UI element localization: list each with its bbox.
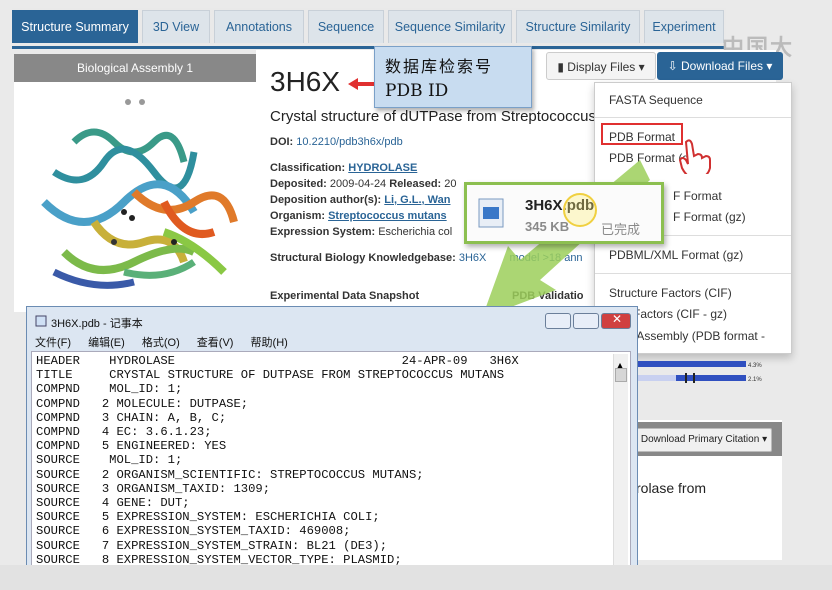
tab-structure-similarity[interactable]: Structure Similarity [516, 10, 640, 43]
pdb-format-highlight [601, 123, 683, 145]
notepad-window[interactable]: 3H6X.pdb - 记事本 ✕ 文件(F) 编辑(E) 格式(O) 查看(V)… [26, 306, 638, 590]
scroll-thumb[interactable] [615, 368, 627, 382]
text-line: HEADER HYDROLASE 24-APR-09 3H6X [36, 354, 519, 368]
notepad-menubar: 文件(F) 编辑(E) 格式(O) 查看(V) 帮助(H) [35, 334, 302, 350]
classification-link[interactable]: HYDROLASE [348, 162, 417, 174]
organism-line: Organism: Streptococcus mutans [270, 210, 447, 222]
tab-structure-summary[interactable]: Structure Summary [12, 10, 138, 43]
doi-link[interactable]: 10.2210/pdb3h6x/pdb [296, 136, 402, 148]
tab-bar: Structure Summary 3D View Annotations Se… [12, 8, 726, 49]
pdb-id-heading: 3H6X [270, 66, 341, 97]
tab-sequence-similarity[interactable]: Sequence Similarity [388, 10, 512, 43]
menu-divider [595, 117, 791, 118]
text-line: SOURCE MOL_ID: 1; [36, 453, 183, 468]
tab-experiment[interactable]: Experiment [644, 10, 724, 43]
expression-label: Expression System: [270, 226, 376, 238]
menu-item-cif-gz[interactable]: F Format (gz) [673, 210, 746, 224]
download-citation-label: Download Primary Citation [640, 434, 760, 445]
scroll-up-icon[interactable]: ▴ [616, 356, 626, 375]
organism-label: Organism: [270, 210, 326, 222]
download-citation-button[interactable]: Download Primary Citation ▾ [636, 428, 772, 452]
expression-value: Escherichia col [378, 226, 453, 238]
text-line: COMPND 2 MOLECULE: DUTPASE; [36, 396, 249, 411]
menu-help[interactable]: 帮助(H) [251, 337, 288, 349]
tab-sequence[interactable]: Sequence [308, 10, 384, 43]
minimize-button[interactable] [545, 313, 571, 329]
caret-down-icon: ▾ [638, 60, 645, 74]
download-status: 已完成 [601, 222, 641, 237]
released-value: 20 [444, 178, 457, 190]
hand-pointer-icon [678, 139, 711, 174]
expression-line: Expression System: Escherichia col [270, 226, 452, 238]
molecule-image[interactable] [14, 82, 256, 312]
organism-link[interactable]: Streptococcus mutans [328, 210, 447, 222]
download-icon: ⇩ [667, 59, 678, 73]
text-line: SOURCE 6 EXPRESSION_SYSTEM_TAXID: 469008… [36, 524, 351, 539]
sbkb-label: Structural Biology Knowledgebase: [270, 252, 456, 264]
vertical-scrollbar[interactable]: ▴ [613, 354, 628, 584]
annotation-chinese: 数据库检索号 [385, 57, 494, 76]
notepad-icon [35, 315, 47, 327]
classification-line: Classification: HYDROLASE [270, 162, 417, 174]
tab-3d-view[interactable]: 3D View [142, 10, 210, 43]
text-line: TITLE CRYSTAL STRUCTURE OF DUTPASE FROM … [36, 368, 505, 383]
released-label: Released: [389, 178, 442, 190]
download-files-label: Download Files [680, 59, 764, 73]
download-files-button[interactable]: ⇩ Download Files ▾ [657, 52, 783, 80]
text-line: COMPND 3 CHAIN: A, B, C; [36, 410, 227, 425]
svg-text:2.1%: 2.1% [748, 377, 762, 383]
text-line: COMPND MOL_ID: 1; [36, 382, 183, 397]
menu-item-cif[interactable]: F Format [673, 189, 722, 203]
annotation-english: PDB ID [385, 81, 449, 101]
doi-line: DOI: 10.2210/pdb3h6x/pdb [270, 136, 403, 148]
menu-item-fasta[interactable]: FASTA Sequence [609, 93, 703, 107]
text-line: COMPND 5 ENGINEERED: YES [36, 439, 227, 454]
citation-title: rolase from [636, 480, 707, 496]
tab-annotations[interactable]: Annotations [214, 10, 304, 43]
classification-label: Classification: [270, 162, 346, 174]
text-line: SOURCE 4 GENE: DUT; [36, 496, 190, 510]
bottom-strip [0, 565, 832, 590]
menu-view[interactable]: 查看(V) [197, 337, 234, 349]
notepad-title: 3H6X.pdb - 记事本 [51, 318, 143, 330]
dates-line: Deposited: 2009-04-24 Released: 20 [270, 178, 457, 190]
protein-structure-icon [41, 99, 238, 289]
snapshot-label: Experimental Data Snapshot [270, 290, 420, 302]
display-files-button[interactable]: ▮ Display Files ▾ [546, 52, 656, 80]
menu-format[interactable]: 格式(O) [142, 337, 180, 349]
deposited-label: Deposited: [270, 178, 327, 190]
biological-assembly-header: Biological Assembly 1 [14, 54, 256, 82]
caret-down-icon: ▾ [766, 59, 773, 73]
caret-down-icon: ▾ [762, 434, 768, 445]
authors-link[interactable]: Li, G.L., Wan [384, 194, 450, 206]
doi-label: DOI: [270, 136, 294, 148]
entry-title: Crystal structure of dUTPase from Strept… [270, 108, 596, 125]
authors-label: Deposition author(s): [270, 194, 382, 206]
text-line: SOURCE 3 ORGANISM_TAXID: 1309; [36, 481, 271, 496]
snapshot-heading: Experimental Data Snapshot [270, 290, 419, 302]
cursor-highlight-circle [563, 193, 597, 227]
deposited-value: 2009-04-24 [329, 178, 387, 190]
close-button[interactable]: ✕ [601, 312, 631, 329]
notepad-text-area[interactable]: HEADER HYDROLASE 24-APR-09 3H6X TITLE CR… [31, 351, 631, 587]
pdb-id-annotation: 数据库检索号 PDB ID [374, 46, 532, 108]
svg-text:4.3%: 4.3% [748, 363, 762, 369]
menu-edit[interactable]: 编辑(E) [88, 337, 125, 349]
maximize-button[interactable] [573, 313, 599, 329]
file-icon [478, 198, 504, 228]
menu-file[interactable]: 文件(F) [35, 337, 71, 349]
text-line: SOURCE 2 ORGANISM_SCIENTIFIC: STREPTOCOC… [36, 467, 424, 482]
validation-slider-graphic: 4.3% 2.1% [636, 361, 762, 383]
file-icon: ▮ [557, 60, 564, 74]
close-icon: ✕ [612, 312, 623, 326]
text-line: SOURCE 7 EXPRESSION_SYSTEM_STRAIN: BL21 … [36, 538, 388, 553]
text-line: COMPND 4 EC: 3.6.1.23; [36, 425, 212, 439]
authors-line: Deposition author(s): Li, G.L., Wan [270, 194, 450, 206]
red-arrow-icon [348, 78, 374, 90]
display-files-label: Display Files [567, 60, 636, 74]
text-line: SOURCE 5 EXPRESSION_SYSTEM: ESCHERICHIA … [36, 510, 380, 525]
